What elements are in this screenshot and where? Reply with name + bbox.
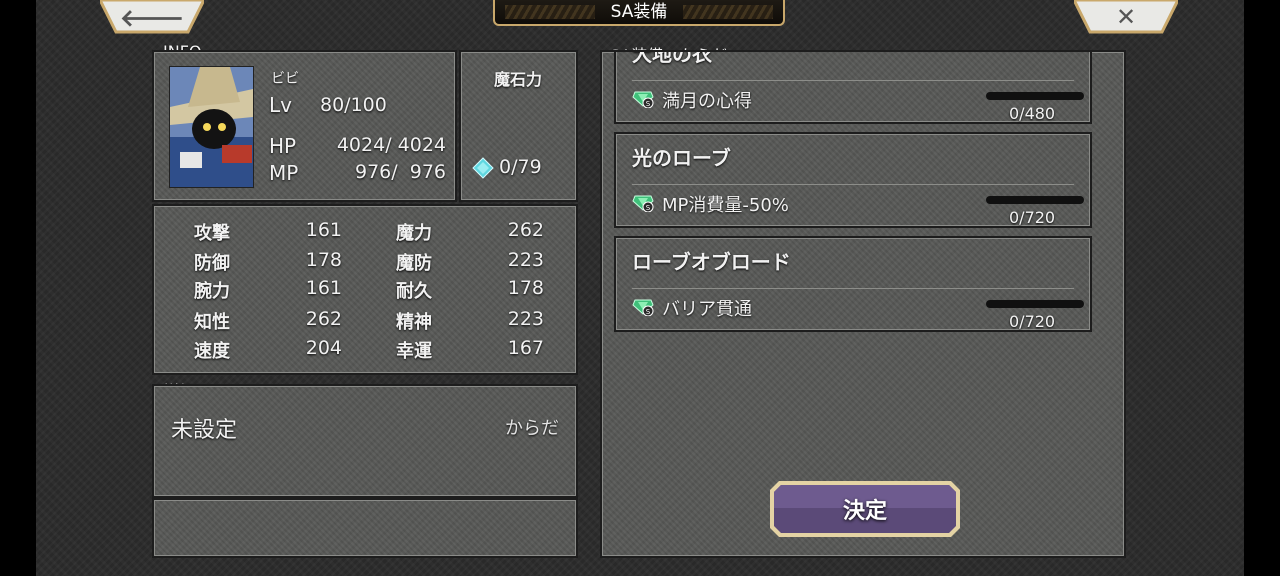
soul-strike-gem-icon: S (632, 91, 654, 108)
sa-progress-bar (986, 196, 1084, 204)
svg-text:S: S (646, 204, 651, 212)
magicite-crystal-icon (472, 157, 494, 179)
sa-item-ability: バリア貫通 (662, 299, 752, 320)
card-divider (632, 184, 1074, 185)
stat-label: 腕力 (194, 281, 230, 302)
mp-label: MP (269, 161, 299, 185)
character-name: ビビ (271, 71, 299, 87)
stat-value: 223 (507, 249, 544, 271)
stat-label: 防御 (194, 253, 230, 274)
sa-progress-text: 0/480 (1009, 104, 1056, 123)
stat-value: 178 (305, 249, 342, 271)
stat-value: 161 (305, 219, 342, 241)
sa-item-name: 光のローブ (632, 146, 731, 170)
sa-item-card[interactable]: 光のローブ S MP消費量-50% 0/720 (614, 132, 1092, 228)
decide-button[interactable]: 決定 (769, 480, 961, 538)
close-icon: ✕ (1115, 3, 1137, 31)
stat-value: 161 (305, 277, 342, 299)
card-divider (632, 80, 1074, 81)
level-label: Lv (269, 93, 292, 117)
sa-progress-text: 0/720 (1009, 208, 1056, 227)
detail-slot: からだ (505, 418, 559, 439)
sa-progress-text: 0/720 (1009, 312, 1056, 331)
character-portrait (169, 66, 254, 188)
magicite-label: 魔石力 (494, 70, 543, 89)
stat-label: 幸運 (396, 341, 432, 362)
sa-item-ability: MP消費量-50% (662, 195, 789, 216)
sa-item-name: 大地の衣 (632, 50, 712, 66)
arrow-left-icon: 🡐 (119, 3, 185, 32)
sa-item-card[interactable]: 大地の衣 S 満月の心得 0/480 (614, 50, 1092, 124)
stat-label: 攻撃 (194, 223, 230, 244)
sa-item-card[interactable]: ローブオブロード S バリア貫通 0/720 (614, 236, 1092, 332)
svg-text:S: S (646, 308, 651, 316)
close-button[interactable]: ✕ (1074, 0, 1178, 34)
stat-value: 223 (507, 308, 544, 330)
stat-value: 262 (305, 308, 342, 330)
magicite-value: 0/79 (499, 156, 542, 178)
screen-title: SA装備 (493, 0, 785, 26)
hp-label: HP (269, 134, 297, 158)
stat-value: 178 (507, 277, 544, 299)
title-ornament-left (505, 5, 595, 19)
stat-value: 167 (507, 337, 544, 359)
level-value: 80/100 (320, 94, 387, 116)
empty-panel (152, 498, 578, 558)
stat-label: 耐久 (396, 281, 432, 302)
sa-progress-bar (986, 92, 1084, 100)
stat-label: 魔防 (396, 253, 432, 274)
stat-label: 知性 (194, 312, 230, 333)
card-divider (632, 288, 1074, 289)
hp-value: 4024/ 4024 (336, 134, 446, 156)
title-ornament-right (683, 5, 773, 19)
sa-item-ability: 満月の心得 (662, 91, 752, 112)
mp-value: 976/ 976 (354, 161, 446, 183)
sa-item-name: ローブオブロード (632, 250, 791, 274)
back-button[interactable]: 🡐 (100, 0, 204, 34)
detail-status: 未設定 (171, 418, 238, 443)
soul-strike-gem-icon: S (632, 299, 654, 316)
sa-progress-bar (986, 300, 1084, 308)
stat-label: 速度 (194, 341, 230, 362)
svg-text:S: S (646, 100, 651, 108)
soul-strike-gem-icon: S (632, 195, 654, 212)
stat-label: 精神 (396, 312, 432, 333)
stat-value: 204 (305, 337, 342, 359)
stat-value: 262 (507, 219, 544, 241)
stat-label: 魔力 (396, 223, 432, 244)
